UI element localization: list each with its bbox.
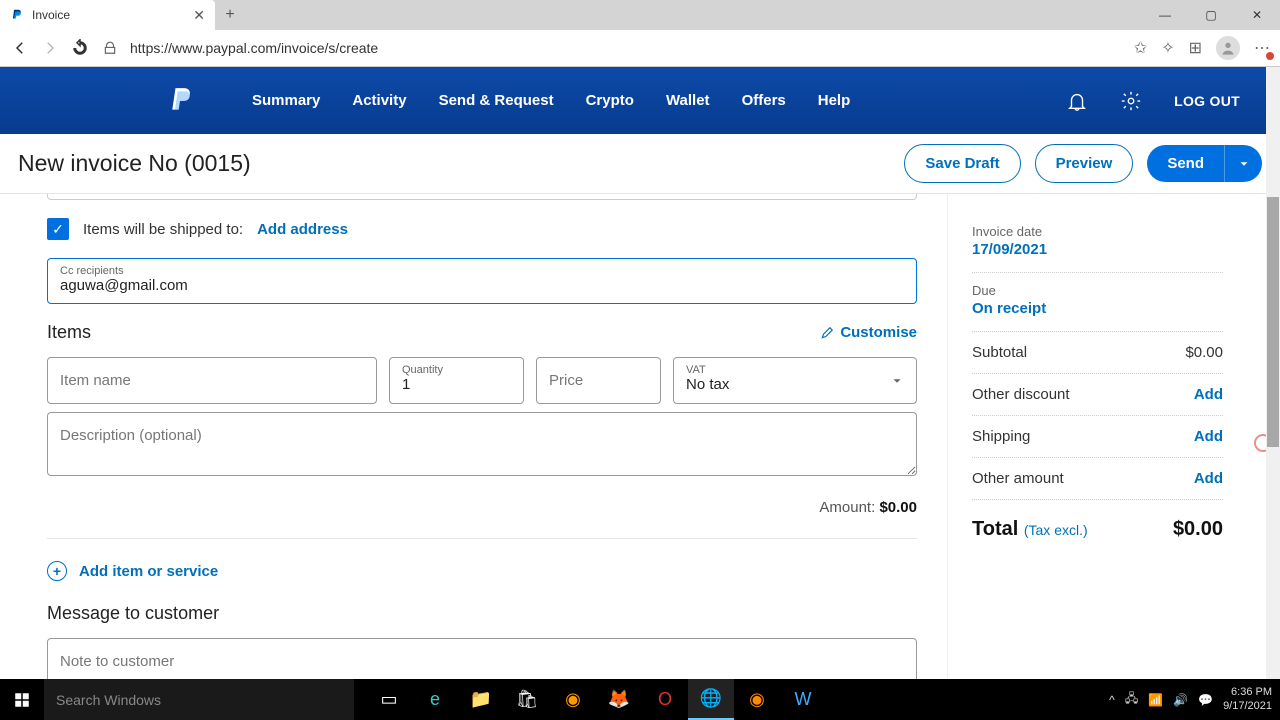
due-value[interactable]: On receipt: [972, 300, 1223, 317]
customise-link[interactable]: Customise: [820, 324, 917, 341]
taskbar-app-opera[interactable]: O: [642, 679, 688, 720]
quantity-input[interactable]: [402, 376, 511, 393]
invoice-date-value[interactable]: 17/09/2021: [972, 241, 1223, 258]
due-label: Due: [972, 283, 1223, 298]
refresh-icon[interactable]: [70, 38, 90, 58]
browser-address-bar: https://www.paypal.com/invoice/s/create …: [0, 30, 1280, 67]
nav-crypto[interactable]: Crypto: [586, 92, 634, 109]
taskbar-app-firefox[interactable]: 🦊: [596, 679, 642, 720]
cc-label: Cc recipients: [60, 265, 904, 277]
note-input[interactable]: [47, 638, 917, 679]
settings-icon[interactable]: [1120, 90, 1142, 112]
profile-avatar-icon[interactable]: [1216, 36, 1240, 60]
taskbar-app-edge-legacy[interactable]: e: [412, 679, 458, 720]
add-other-amount-link[interactable]: Add: [1194, 470, 1223, 487]
total-label: Total: [972, 518, 1018, 540]
taskbar-app-store[interactable]: 🛍: [504, 679, 550, 720]
nav-help[interactable]: Help: [818, 92, 851, 109]
page-title-bar: New invoice No (0015) Save Draft Preview…: [0, 134, 1280, 194]
scrollbar-thumb[interactable]: [1267, 197, 1279, 447]
window-maximize-icon[interactable]: ▢: [1188, 0, 1234, 30]
taskbar-app-uc[interactable]: ◉: [550, 679, 596, 720]
tray-chevron-icon[interactable]: ^: [1109, 693, 1115, 707]
nav-wallet[interactable]: Wallet: [666, 92, 710, 109]
taskbar-clock[interactable]: 6:36 PM 9/17/2021: [1223, 686, 1272, 712]
tab-title: Invoice: [32, 8, 185, 22]
subtotal-value: $0.00: [1185, 344, 1223, 361]
paypal-logo-icon[interactable]: [170, 86, 196, 116]
windows-taskbar: Search Windows ▭ e 📁 🛍 ◉ 🦊 O 🌐 ◉ W ^ 🖧 📶…: [0, 679, 1280, 720]
send-button[interactable]: Send: [1147, 145, 1224, 182]
tray-wifi-icon[interactable]: 📶: [1148, 693, 1163, 707]
add-discount-link[interactable]: Add: [1194, 386, 1223, 403]
forward-icon: [40, 38, 60, 58]
more-icon[interactable]: ⋯: [1254, 38, 1270, 58]
taskbar-app-recorder[interactable]: ◉: [734, 679, 780, 720]
logout-link[interactable]: LOG OUT: [1174, 93, 1240, 109]
items-heading: Items: [47, 322, 820, 343]
url-text[interactable]: https://www.paypal.com/invoice/s/create: [130, 40, 1124, 56]
vat-dropdown[interactable]: VAT: [673, 357, 917, 404]
taskbar-app-word[interactable]: W: [780, 679, 826, 720]
invoice-form: ✓ Items will be shipped to: Add address …: [47, 194, 917, 679]
add-shipping-link[interactable]: Add: [1194, 428, 1223, 445]
plus-icon: +: [47, 561, 67, 581]
ship-label: Items will be shipped to:: [83, 221, 243, 238]
nav-offers[interactable]: Offers: [742, 92, 786, 109]
total-value: $0.00: [1173, 518, 1223, 541]
paypal-favicon: [10, 8, 24, 22]
cc-recipients-field[interactable]: Cc recipients: [47, 258, 917, 304]
task-view-icon[interactable]: ▭: [366, 679, 412, 720]
pencil-icon: [820, 326, 834, 340]
back-icon[interactable]: [10, 38, 30, 58]
add-item-link[interactable]: + Add item or service: [47, 561, 917, 581]
favorite-icon[interactable]: ✩: [1134, 38, 1147, 58]
ship-checkbox[interactable]: ✓: [47, 218, 69, 240]
tray-volume-icon[interactable]: 🔊: [1173, 693, 1188, 707]
add-address-link[interactable]: Add address: [257, 221, 348, 238]
new-tab-button[interactable]: +: [215, 0, 245, 30]
lock-icon[interactable]: [100, 38, 120, 58]
notifications-icon[interactable]: [1066, 90, 1088, 112]
nav-send-request[interactable]: Send & Request: [439, 92, 554, 109]
other-discount-label: Other discount: [972, 386, 1070, 403]
site-header: Summary Activity Send & Request Crypto W…: [0, 67, 1280, 134]
item-name-input[interactable]: [47, 357, 377, 404]
taskbar-search[interactable]: Search Windows: [44, 679, 354, 720]
vertical-scrollbar[interactable]: [1266, 67, 1280, 679]
amount-value: $0.00: [879, 499, 917, 516]
browser-tab[interactable]: Invoice ✕: [0, 0, 215, 30]
tax-note: (Tax excl.): [1024, 522, 1088, 538]
nav-summary[interactable]: Summary: [252, 92, 320, 109]
nav-activity[interactable]: Activity: [352, 92, 406, 109]
tab-close-icon[interactable]: ✕: [193, 7, 205, 24]
quantity-field[interactable]: Quantity: [389, 357, 524, 404]
taskbar-app-explorer[interactable]: 📁: [458, 679, 504, 720]
other-amount-label: Other amount: [972, 470, 1064, 487]
invoice-date-label: Invoice date: [972, 224, 1223, 239]
tray-notifications-icon[interactable]: 💬: [1198, 693, 1213, 707]
price-input[interactable]: [536, 357, 661, 404]
window-minimize-icon[interactable]: —: [1142, 0, 1188, 30]
message-heading: Message to customer: [47, 603, 917, 624]
amount-label: Amount:: [819, 499, 875, 516]
taskbar-app-edge[interactable]: 🌐: [688, 679, 734, 720]
window-close-icon[interactable]: ✕: [1234, 0, 1280, 30]
description-input[interactable]: [47, 412, 917, 476]
send-options-caret-icon[interactable]: [1224, 145, 1262, 182]
preview-button[interactable]: Preview: [1035, 144, 1134, 183]
chevron-down-icon: [890, 374, 904, 388]
tray-network-icon[interactable]: 🖧: [1125, 689, 1138, 710]
favorites-list-icon[interactable]: ✧: [1161, 38, 1174, 58]
cc-input[interactable]: [60, 277, 904, 294]
shipping-label: Shipping: [972, 428, 1030, 445]
collections-icon[interactable]: ⊞: [1189, 38, 1202, 58]
page-title: New invoice No (0015): [18, 150, 890, 177]
subtotal-label: Subtotal: [972, 344, 1027, 361]
browser-titlebar: Invoice ✕ + — ▢ ✕: [0, 0, 1280, 30]
save-draft-button[interactable]: Save Draft: [904, 144, 1020, 183]
vat-value: [686, 376, 904, 393]
start-button[interactable]: [0, 679, 44, 720]
invoice-summary-panel: Invoice date 17/09/2021 Due On receipt S…: [947, 194, 1247, 679]
